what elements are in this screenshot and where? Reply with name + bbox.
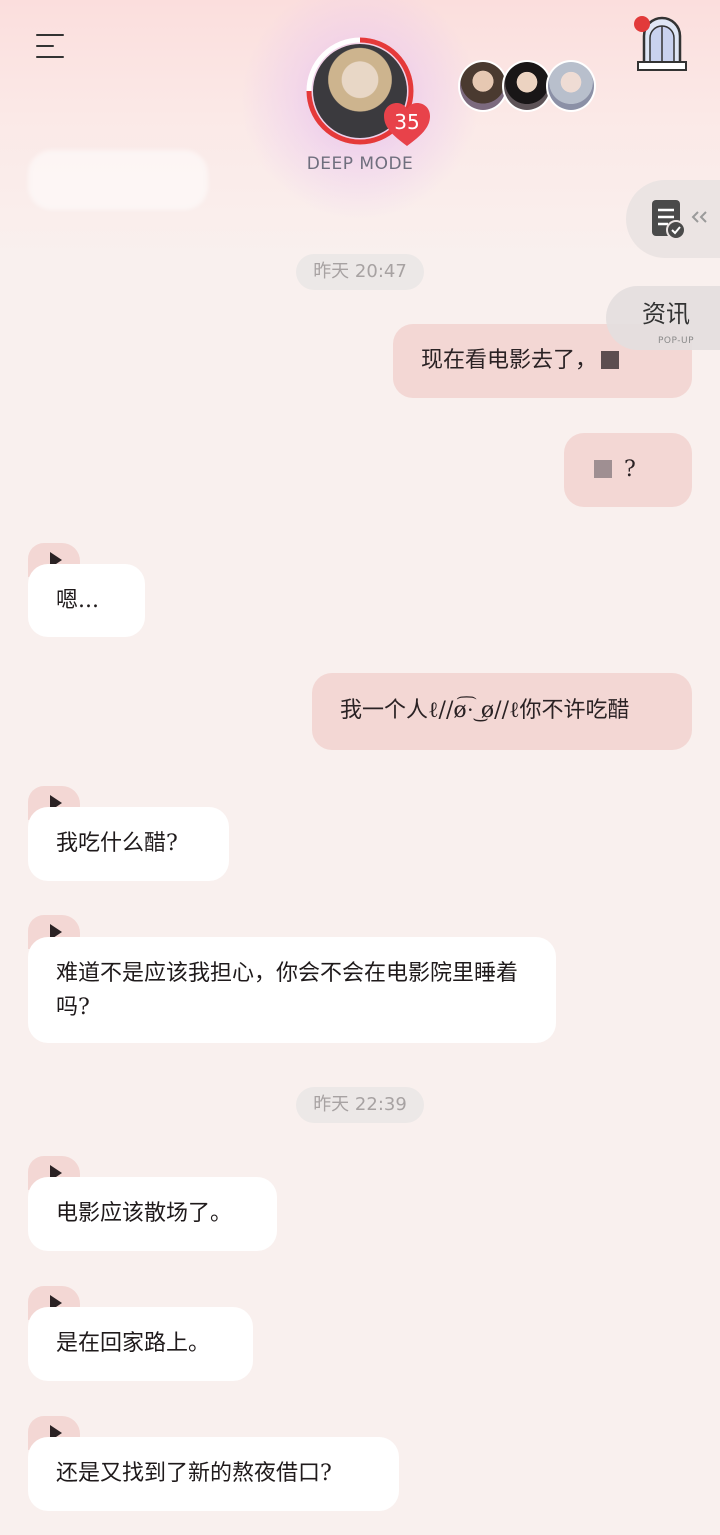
emoji-sticker [601,351,620,369]
affinity-heart-badge: 35 [382,102,432,148]
menu-icon[interactable] [36,34,68,60]
message-text: 还是又找到了新的熬夜借口? [56,1461,332,1486]
message-text: 嗯... [56,588,99,613]
mode-label: DEEP MODE [306,154,414,174]
character-message[interactable]: 是在回家路上。 [28,1307,253,1381]
user-message[interactable]: 我一个人ℓ//ø͡·͜ ø//ℓ你不许吃醋 [312,673,692,750]
affinity-level: 35 [394,110,420,134]
message-text: 我一个人ℓ//ø͡·͜ ø//ℓ你不许吃醋 [340,698,630,723]
user-message[interactable]: ? [564,433,692,507]
character-message[interactable]: 嗯... [28,564,145,637]
message-text: 现在看电影去了， [421,348,598,373]
emoji-sticker [594,460,612,478]
timestamp: 昨天 20:47 [296,254,424,290]
message-text: 难道不是应该我担心，你会不会在电影院里睡着吗? [56,961,519,1020]
character-message[interactable]: 还是又找到了新的熬夜借口? [28,1437,399,1511]
timestamp: 昨天 22:39 [296,1087,424,1123]
message-text: 是在回家路上。 [56,1331,211,1356]
character-message[interactable]: 难道不是应该我担心，你会不会在电影院里睡着吗? [28,937,556,1043]
news-sub-label: POP-UP [658,336,695,346]
faded-previous-message [28,150,208,210]
message-text: ? [624,457,636,482]
notification-dot [634,16,650,32]
document-check-icon [652,200,707,240]
news-popup-button[interactable]: 资讯 POP-UP [606,286,720,350]
diary-shortcut[interactable] [626,180,720,258]
other-characters [458,60,598,112]
character-avatar-2[interactable] [502,60,552,112]
character-avatar-1[interactable] [458,60,508,112]
character-message[interactable]: 我吃什么醋? [28,807,229,881]
message-text: 电影应该散场了。 [56,1201,233,1226]
news-label: 资讯 [642,300,690,328]
message-text: 我吃什么醋? [56,831,178,856]
character-message[interactable]: 电影应该散场了。 [28,1177,277,1251]
character-avatar-3[interactable] [546,60,596,112]
